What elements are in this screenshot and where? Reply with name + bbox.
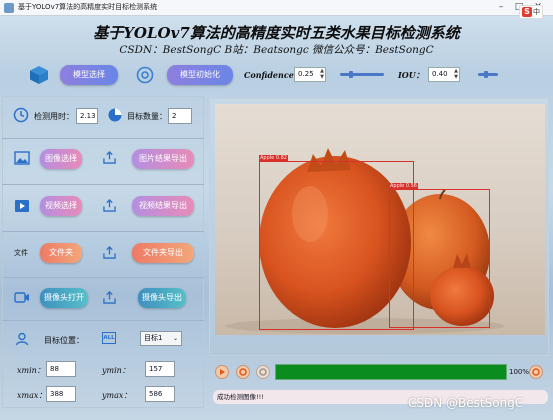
camera-export-button[interactable]: 摄像头导出: [138, 288, 186, 308]
iou-slider[interactable]: [478, 71, 498, 78]
detection-box: Apple 0.56: [389, 183, 490, 328]
target-position-label: 目标位置：: [44, 336, 84, 345]
upload-icon: [103, 246, 116, 259]
folder-export-button[interactable]: 文件夹导出: [132, 243, 194, 263]
settings-icon: [136, 66, 154, 84]
detection-label: Apple 0.82: [259, 155, 288, 161]
ymax-value: 586: [145, 386, 175, 402]
time-value: 2.13: [76, 108, 98, 124]
divider: [2, 277, 204, 278]
title-bar: 基于YOLOv7算法的高精度实时目标检测系统 – □ ✕: [0, 0, 553, 16]
time-label: 检测用时：: [34, 112, 74, 121]
xmin-label: xmin：: [17, 366, 45, 375]
image-icon: [14, 151, 30, 165]
count-label: 目标数量：: [127, 112, 167, 121]
ymin-label: ymin：: [102, 366, 130, 375]
stop-icon[interactable]: [236, 365, 250, 379]
record-icon[interactable]: [529, 365, 543, 379]
iou-label: IOU：: [398, 70, 424, 80]
window-title: 基于YOLOv7算法的高精度实时目标检测系统: [18, 3, 158, 11]
spin-arrows-icon[interactable]: ▲ ▼: [454, 68, 458, 80]
pause-icon[interactable]: [256, 365, 270, 379]
minimize-button[interactable]: –: [494, 1, 508, 14]
model-select-button[interactable]: 模型选择: [60, 65, 118, 85]
ime-badge: S 中: [519, 5, 543, 19]
iou-slider-handle[interactable]: [484, 71, 488, 78]
divider: [2, 231, 204, 232]
ime-label: 中: [533, 8, 540, 16]
spin-arrows-icon[interactable]: ▲ ▼: [320, 68, 324, 80]
user-icon: [15, 332, 29, 346]
pie-chart-icon: [108, 108, 122, 122]
confidence-slider[interactable]: [340, 71, 384, 78]
cube-icon: [30, 66, 48, 84]
ymax-label: ymax：: [102, 391, 132, 400]
xmax-value: 388: [46, 386, 76, 402]
upload-icon: [103, 291, 116, 304]
model-init-button[interactable]: 模型初始化: [167, 65, 233, 85]
progress-fill: [276, 365, 506, 379]
clock-icon: [13, 107, 29, 123]
divider: [2, 320, 204, 321]
folder-icon-label: 文件: [14, 249, 28, 257]
camera-open-button[interactable]: 摄像头打开: [40, 288, 88, 308]
folder-select-button[interactable]: 文件夹: [40, 243, 82, 263]
play-icon[interactable]: [215, 365, 229, 379]
iou-spinbox[interactable]: 0.40 ▲ ▼: [428, 67, 460, 82]
sogou-icon: S: [522, 7, 532, 17]
watermark: CSDN @BestSongC: [408, 396, 524, 410]
target-select[interactable]: 目标1 ⌄: [140, 331, 182, 346]
camera-icon: [14, 292, 29, 303]
upload-icon: [103, 199, 116, 212]
upload-icon: [103, 151, 116, 164]
confidence-slider-handle[interactable]: [349, 71, 353, 78]
image-export-button[interactable]: 图片结果导出: [132, 149, 194, 169]
image-select-button[interactable]: 图像选择: [40, 149, 82, 169]
confidence-spinbox[interactable]: 0.25 ▲ ▼: [294, 67, 326, 82]
app-icon: [4, 3, 14, 13]
page-title: 基于YOLOv7算法的高精度实时五类水果目标检测系统: [93, 24, 460, 42]
detection-label: Apple 0.56: [389, 183, 418, 189]
video-icon: [15, 200, 29, 212]
video-select-button[interactable]: 视频选择: [40, 196, 82, 216]
confidence-label: Confidence: [244, 70, 294, 80]
divider: [2, 184, 204, 185]
chevron-down-icon: ⌄: [172, 335, 178, 342]
xmax-label: xmax：: [17, 391, 47, 400]
target-select-value: 目标1: [144, 334, 163, 342]
all-icon[interactable]: ALL: [102, 332, 116, 344]
xmin-value: 88: [46, 361, 76, 377]
count-value: 2: [168, 108, 192, 124]
page-subtitle: CSDN：BestSongC B站：Beatsongc 微信公众号：BestSo…: [119, 44, 434, 56]
video-export-button[interactable]: 视频结果导出: [132, 196, 194, 216]
detection-image: Apple 0.82 Apple 0.56: [215, 104, 545, 335]
ymin-value: 157: [145, 361, 175, 377]
confidence-value: 0.25: [298, 70, 314, 78]
progress-text: 100%: [509, 368, 530, 376]
divider: [2, 138, 204, 139]
iou-value: 0.40: [432, 70, 448, 78]
progress-bar: [275, 364, 507, 380]
